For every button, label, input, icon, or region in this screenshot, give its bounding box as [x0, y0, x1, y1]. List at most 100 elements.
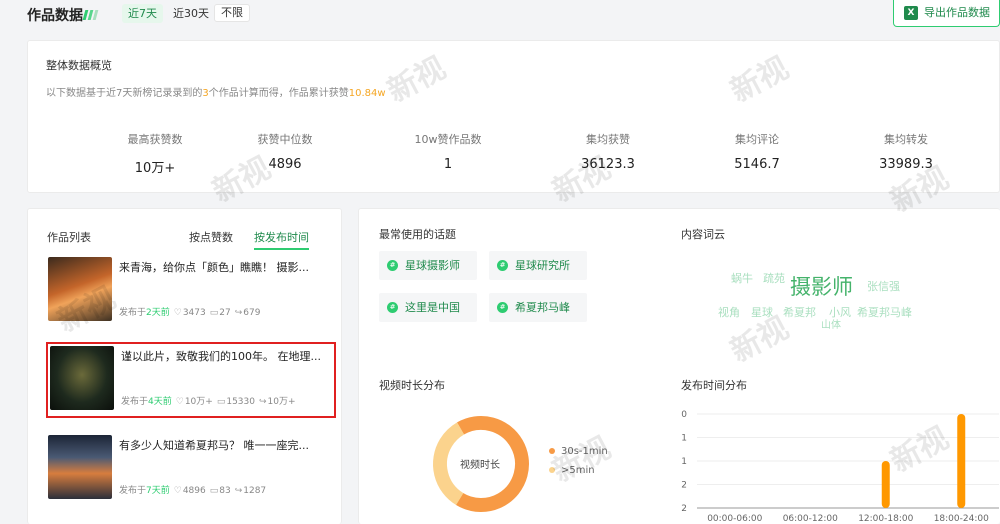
work-meta: 发布于4天前 ♡10万+ ▭15330 ↪10万+ [121, 394, 296, 407]
comment-icon: ▭ [209, 486, 219, 496]
cloud-word: 张信强 [867, 280, 900, 293]
topics-title: 最常使用的话题 [379, 228, 456, 241]
sort-by-likes-tab[interactable]: 按点赞数 [189, 229, 233, 245]
cloud-word: 蜗牛 [731, 272, 753, 285]
stat-label: 集均获赞 [586, 133, 630, 146]
topic-tag[interactable]: # 希夏邦马峰 [489, 293, 587, 322]
range-unlimited-button[interactable]: 不限 [214, 4, 250, 22]
like-icon: ♡ [173, 486, 182, 496]
comment-count: 15330 [226, 397, 255, 407]
export-data-button[interactable]: X 导出作品数据 [893, 0, 1000, 27]
comment-count: 27 [219, 308, 231, 318]
bar-12:00-18:00 [881, 461, 890, 508]
publish-time: 2天前 [146, 308, 170, 318]
work-item[interactable]: 来青海，给你点「颜色」瞧瞧！ 摄影... 发布于2天前 ♡3473 ▭27 ↪679 [46, 255, 336, 331]
work-item[interactable]: 有多少人知道希夏邦马？ 唯一一座完... 发布于7天前 ♡4896 ▭83 ↪1287 [46, 433, 336, 509]
x-tick-label: 12:00-18:00 [858, 514, 913, 524]
y-tick-label: 0 [681, 410, 687, 420]
topic-tag[interactable]: # 星球研究所 [489, 251, 587, 280]
bar-18:00-24:00 [957, 414, 966, 508]
stat-avg-likes: 集均获赞 36123.3 [538, 131, 678, 172]
analysis-card: 最常使用的话题 # 星球摄影师 # 星球研究所 # 这里是中国 # 希夏邦马峰 内容词云… [358, 208, 1000, 524]
topic-tag-label: 星球摄影师 [405, 259, 460, 272]
stat-label: 集均转发 [884, 133, 928, 146]
stat-10w-works: 10w赞作品数 1 [378, 131, 518, 172]
overview-subtitle: 以下数据基于近7天新榜记录录到的3个作品计算而得，作品累计获赞10.84w [46, 84, 386, 99]
comment-icon: ▭ [216, 397, 226, 407]
publish-time: 7天前 [146, 486, 170, 496]
overview-sub-prefix: 以下数据基于近7天新榜记录录到的 [46, 88, 203, 99]
topic-tag[interactable]: # 星球摄影师 [379, 251, 477, 280]
publish-prefix: 发布于 [121, 397, 149, 407]
topic-tag-label: 星球研究所 [515, 259, 570, 272]
hashtag-icon: # [497, 302, 508, 313]
legend-item: 30s-1min [549, 446, 608, 457]
like-count: 3473 [182, 308, 206, 318]
share-icon: ↪ [234, 486, 243, 496]
publish-time-title: 发布时间分布 [681, 379, 747, 392]
range-7-days-button[interactable]: 近7天 [122, 4, 163, 23]
hashtag-icon: # [387, 260, 398, 271]
topic-tag[interactable]: # 这里是中国 [379, 293, 477, 322]
stat-value: 36123.3 [581, 157, 635, 172]
like-icon: ♡ [175, 397, 184, 407]
cloud-word: 希夏邦 [783, 306, 816, 319]
topic-tag-label: 希夏邦马峰 [515, 301, 570, 314]
legend-color-dot [549, 467, 555, 473]
overview-sub-mid: 个作品计算而得，作品累计获赞 [208, 88, 349, 99]
page-title: 作品数据 [27, 8, 83, 24]
cloud-word: 山体 [821, 320, 841, 331]
y-tick-label: 2 [681, 504, 687, 514]
cloud-word: 星球 [751, 306, 773, 319]
stat-max-likes: 最高获赞数 10万+ [85, 131, 225, 176]
legend-color-dot [549, 448, 555, 454]
stat-value: 5146.7 [734, 157, 780, 172]
cloud-word: 希夏邦马峰 [857, 306, 912, 319]
work-title: 有多少人知道希夏邦马？ 唯一一座完... [119, 439, 309, 452]
y-tick-label: 1 [681, 457, 687, 467]
publish-time-bar-chart: 0 1 1 2 2 00:00-06:00 06:00-12:00 12:00-18:00 18… [681, 410, 999, 524]
like-count: 4896 [182, 486, 206, 496]
work-title: 来青海，给你点「颜色」瞧瞧！ 摄影... [119, 261, 309, 274]
stat-median-likes: 获赞中位数 4896 [215, 131, 355, 172]
overview-title: 整体数据概览 [46, 59, 112, 72]
stat-label: 集均评论 [735, 133, 779, 146]
work-item-selected[interactable]: 谨以此片，致敬我们的100年。 在地理... 发布于4天前 ♡10万+ ▭15330… [46, 342, 336, 418]
export-label: 导出作品数据 [924, 6, 990, 19]
work-meta: 发布于7天前 ♡4896 ▭83 ↪1287 [119, 483, 266, 496]
share-icon: ↪ [258, 397, 267, 407]
legend-label: 30s-1min [561, 446, 608, 457]
cloud-word: 疏苑 [763, 272, 785, 285]
work-title: 谨以此片，致敬我们的100年。 在地理... [121, 350, 321, 363]
stat-value: 4896 [268, 157, 302, 172]
share-count: 1287 [243, 486, 267, 496]
publish-time: 4天前 [148, 397, 172, 407]
topic-tag-label: 这里是中国 [405, 301, 460, 314]
duration-title: 视频时长分布 [379, 379, 445, 392]
cloud-main-word: 摄影师 [790, 275, 853, 299]
like-icon: ♡ [173, 308, 182, 318]
stat-label: 10w赞作品数 [414, 133, 482, 146]
x-tick-label: 18:00-24:00 [934, 514, 989, 524]
x-tick-label: 06:00-12:00 [783, 514, 838, 524]
works-list-title: 作品列表 [47, 231, 91, 244]
publish-prefix: 发布于 [119, 308, 147, 318]
work-thumbnail [48, 435, 112, 499]
sort-by-time-tab[interactable]: 按发布时间 [254, 229, 309, 250]
like-count: 10万+ [184, 397, 213, 407]
range-30-days-button[interactable]: 近30天 [167, 4, 215, 23]
stat-label: 最高获赞数 [127, 133, 183, 146]
work-thumbnail [50, 346, 114, 410]
works-list-card: 作品列表 按点赞数 按发布时间 来青海，给你点「颜色」瞧瞧！ 摄影... 发布于… [27, 208, 342, 524]
title-decoration-icon [82, 9, 99, 23]
legend-item: >5min [549, 465, 595, 476]
excel-icon: X [904, 6, 918, 20]
stat-avg-shares: 集均转发 33989.3 [836, 131, 976, 172]
publish-prefix: 发布于 [119, 486, 147, 496]
hashtag-icon: # [387, 302, 398, 313]
overview-card: 整体数据概览 以下数据基于近7天新榜记录录到的3个作品计算而得，作品累计获赞10… [27, 40, 1000, 193]
overview-sub-total: 10.84w [348, 88, 386, 99]
work-thumbnail [48, 257, 112, 321]
share-icon: ↪ [234, 308, 243, 318]
y-tick-label: 2 [681, 481, 687, 491]
